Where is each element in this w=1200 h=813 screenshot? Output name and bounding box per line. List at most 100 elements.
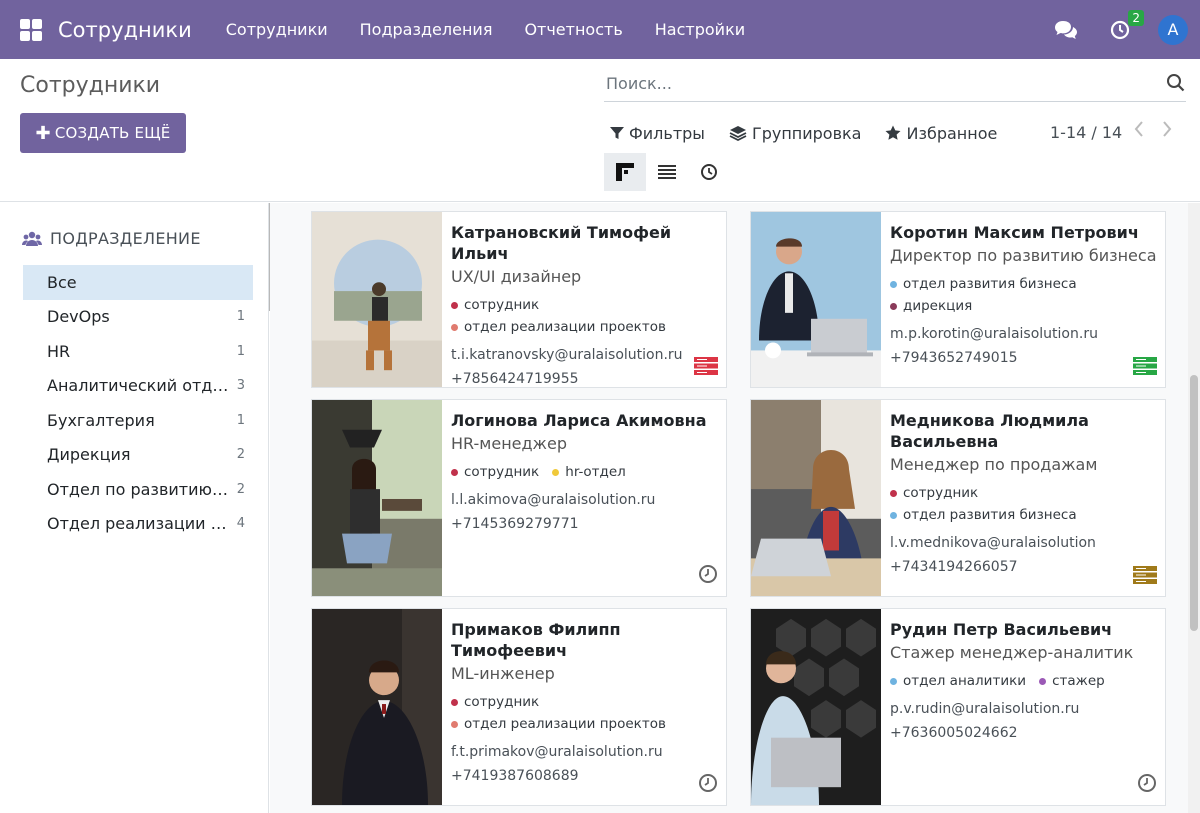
filters-button[interactable]: Фильтры [610, 124, 705, 143]
employee-photo [312, 212, 442, 387]
app-brand[interactable]: Сотрудники [58, 18, 192, 42]
user-avatar[interactable]: A [1158, 14, 1188, 45]
dept-item-projects[interactable]: Отдел реализации проектов 4 [23, 507, 253, 542]
filter-icon [610, 127, 624, 139]
employee-tag: сотрудник [451, 692, 539, 713]
pager-prev-icon[interactable] [1134, 121, 1144, 141]
groupby-label: Группировка [751, 123, 862, 143]
employee-card[interactable]: Коротин Максим Петрович Директор по разв… [750, 211, 1166, 388]
filters-label: Фильтры [629, 123, 705, 143]
menu-settings[interactable]: Настройки [639, 20, 761, 39]
employee-job: HR-менеджер [451, 434, 567, 453]
dept-count: 1 [236, 343, 245, 359]
employee-tag: отдел развития бизнеса [890, 505, 1077, 526]
employee-job: Менеджер по продажам [890, 455, 1098, 474]
dept-label: Дирекция [47, 445, 131, 465]
employee-tag: сотрудник [890, 483, 978, 504]
employee-tag: сотрудник [451, 295, 539, 316]
activity-clock-icon[interactable]: 2 [1102, 9, 1144, 48]
pager-value[interactable]: 1-14 / 14 [1050, 123, 1122, 142]
favorites-label: Избранное [906, 123, 998, 143]
employee-phone: +7145369279771 [451, 516, 579, 532]
employee-tag: hr-отдел [552, 462, 626, 483]
menu-departments[interactable]: Подразделения [344, 20, 509, 39]
groupby-button[interactable]: Группировка [729, 123, 862, 143]
employee-card[interactable]: Рудин Петр Васильевич Стажер менеджер-ан… [750, 608, 1166, 806]
kanban-view-icon[interactable] [604, 153, 646, 191]
scrollbar-thumb[interactable] [1190, 375, 1198, 631]
dept-label: Отдел по развитию бизнеса [47, 479, 229, 499]
search-icon[interactable] [1166, 73, 1186, 97]
employee-phone: +7434194266057 [890, 559, 1018, 575]
employee-photo [312, 400, 442, 596]
dept-item-directorate[interactable]: Дирекция 2 [23, 438, 253, 473]
apps-menu-icon[interactable] [20, 18, 42, 41]
dept-count: 2 [236, 481, 245, 497]
employee-job: ML-инженер [451, 664, 555, 683]
employee-job: Стажер менеджер-аналитик [890, 643, 1134, 662]
menu-employees[interactable]: Сотрудники [210, 20, 344, 39]
sidebar-header: ПОДРАЗДЕЛЕНИЕ [22, 229, 201, 248]
menu-reporting[interactable]: Отчетность [508, 20, 638, 39]
page-title: Сотрудники [20, 73, 161, 98]
employee-card[interactable]: Логинова Лариса Акимовна HR-менеджер сот… [311, 399, 727, 597]
search-input[interactable] [604, 65, 1144, 101]
presence-server-icon [1133, 566, 1157, 588]
list-view-icon[interactable] [646, 153, 688, 191]
chat-icon[interactable] [1048, 12, 1084, 48]
employee-email: p.v.rudin@uralaisolution.ru [890, 701, 1080, 717]
employee-job: UX/UI дизайнер [451, 267, 582, 286]
dept-item-hr[interactable]: HR 1 [23, 334, 253, 369]
dept-count: 3 [236, 378, 245, 394]
dept-count: 1 [236, 309, 245, 325]
sidebar-header-label: ПОДРАЗДЕЛЕНИЕ [50, 229, 201, 248]
pager-next-icon[interactable] [1162, 121, 1172, 141]
dept-item-accounting[interactable]: Бухгалтерия 1 [23, 403, 253, 438]
dept-label: Отдел реализации проектов [47, 514, 229, 534]
search-bar [604, 65, 1186, 102]
dept-item-business-dev[interactable]: Отдел по развитию бизнеса 2 [23, 472, 253, 507]
dept-label: Бухгалтерия [47, 410, 155, 430]
dept-item-analytics[interactable]: Аналитический отдел 3 [23, 369, 253, 404]
dept-item-devops[interactable]: DevOps 1 [23, 300, 253, 335]
activity-view-icon[interactable] [688, 153, 730, 191]
dept-label: HR [47, 341, 71, 361]
employee-tag: стажер [1039, 671, 1105, 692]
employee-tag: отдел реализации проектов [451, 714, 666, 735]
layers-icon [729, 126, 747, 141]
plus-icon: ✚ [35, 122, 51, 144]
employee-phone: +7856424719955 [451, 371, 579, 387]
employee-name: Примаков Филипп Тимофеевич [451, 620, 621, 660]
employee-card[interactable]: Катрановский Тимофей Ильич UX/UI дизайне… [311, 211, 727, 388]
dept-label: Все [47, 272, 77, 292]
top-navbar: Сотрудники Сотрудники Подразделения Отче… [0, 0, 1200, 59]
employee-name: Коротин Максим Петрович [890, 223, 1139, 242]
presence-server-icon [1133, 357, 1157, 379]
employee-email: m.p.korotin@uralaisolution.ru [890, 326, 1098, 342]
employee-card[interactable]: Медникова Людмила Васильевна Менеджер по… [750, 399, 1166, 597]
department-sidebar: ПОДРАЗДЕЛЕНИЕ Все DevOps 1 HR 1 Аналитичес… [0, 203, 269, 813]
employee-card[interactable]: Примаков Филипп Тимофеевич ML-инженер со… [311, 608, 727, 806]
employee-name: Рудин Петр Васильевич [890, 620, 1113, 639]
favorites-button[interactable]: Избранное [885, 124, 997, 143]
create-button[interactable]: ✚ СОЗДАТЬ ЕЩЁ [20, 113, 186, 153]
presence-server-icon [694, 357, 718, 379]
dept-label: Аналитический отдел [47, 376, 229, 396]
employee-phone: +7419387608689 [451, 768, 579, 784]
content-scrollbar[interactable] [1188, 203, 1200, 813]
employee-phone: +7943652749015 [890, 350, 1018, 366]
dept-count: 2 [236, 447, 245, 463]
employee-tag: дирекция [890, 296, 972, 317]
employee-tag: отдел развития бизнеса [890, 274, 1077, 295]
employee-tag: отдел реализации проектов [451, 317, 666, 338]
kanban-area: Катрановский Тимофей Ильич UX/UI дизайне… [270, 203, 1188, 813]
users-icon [22, 231, 42, 246]
employee-photo [312, 609, 442, 805]
dept-label: DevOps [47, 307, 110, 327]
clock-icon [698, 773, 718, 797]
employee-email: t.i.katranovsky@uralaisolution.ru [451, 347, 683, 363]
employee-email: l.v.mednikova@uralaisolution [890, 535, 1096, 551]
dept-item-all[interactable]: Все [23, 265, 253, 300]
employee-photo [751, 212, 881, 387]
dept-count: 4 [236, 516, 245, 532]
